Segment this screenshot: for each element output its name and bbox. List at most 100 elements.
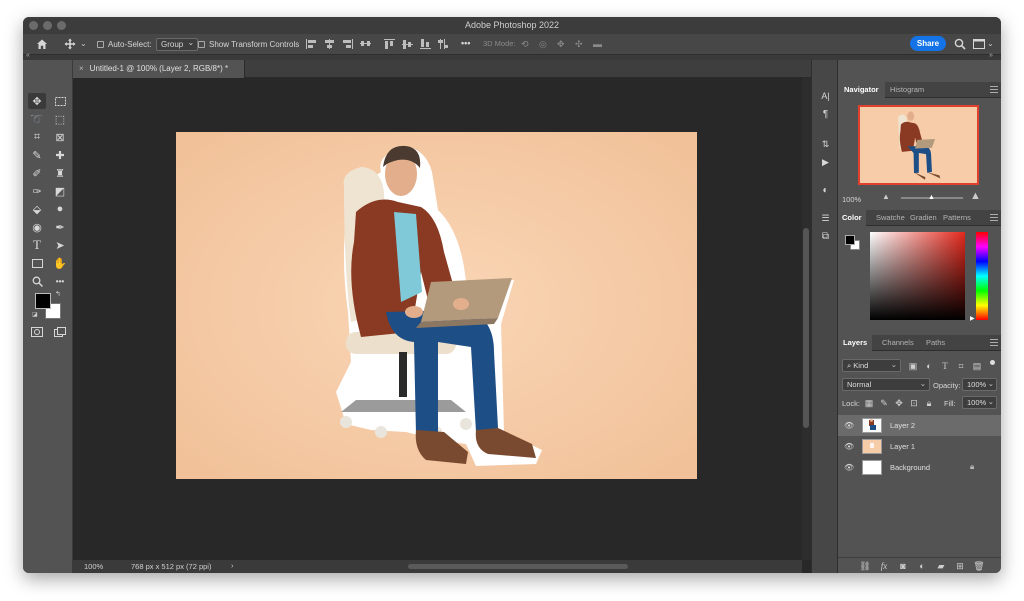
pen-tool[interactable]: ✒ xyxy=(51,219,69,235)
link-layers-icon[interactable]: ⛓ xyxy=(859,560,871,572)
tab-swatches[interactable]: Swatche xyxy=(872,210,909,226)
color-field[interactable] xyxy=(870,232,965,320)
type-tool[interactable]: T xyxy=(28,237,46,253)
align-center-horizontal-icon[interactable] xyxy=(324,39,335,49)
lock-pixels-icon[interactable]: ✎ xyxy=(878,397,890,409)
navigator-preview[interactable] xyxy=(858,105,979,185)
share-button[interactable]: Share xyxy=(910,36,946,51)
swap-colors-icon[interactable]: ↰ xyxy=(55,290,61,298)
collapse-left-icon[interactable]: « xyxy=(26,52,30,59)
tab-gradients[interactable]: Gradien xyxy=(906,210,941,226)
tab-channels[interactable]: Channels xyxy=(878,335,918,351)
layer-name[interactable]: Layer 1 xyxy=(890,442,915,451)
auto-select-checkbox[interactable]: Auto-Select: xyxy=(97,38,152,51)
delete-layer-icon[interactable]: 🗑︎ xyxy=(973,560,985,572)
lock-all-icon[interactable]: 🔒︎ xyxy=(923,397,935,409)
zoom-out-icon[interactable]: ▲ xyxy=(882,192,890,201)
layer-style-fx-button[interactable]: fx xyxy=(878,560,890,572)
distribute-horizontal-icon[interactable] xyxy=(360,39,371,49)
layers-menu-icon[interactable] xyxy=(990,338,998,346)
3d-camera-icon[interactable]: ▬ xyxy=(593,39,602,49)
document-tab[interactable]: × Untitled-1 @ 100% (Layer 2, RGB/8*) * xyxy=(73,60,245,78)
vertical-scrollbar[interactable] xyxy=(802,78,811,560)
crop-tool[interactable]: ⌗ xyxy=(28,129,46,145)
color-foreground-swatch[interactable] xyxy=(845,235,855,245)
navigator-zoom-value[interactable]: 100% xyxy=(842,195,861,204)
lasso-tool[interactable]: ➰ xyxy=(28,111,46,127)
workspace-icon[interactable] xyxy=(973,39,985,49)
layer-name[interactable]: Background xyxy=(890,463,930,472)
brush-tool[interactable]: ✐ xyxy=(28,165,46,181)
frame-tool[interactable]: ⊠ xyxy=(51,129,69,145)
3d-slide-icon[interactable]: ✣ xyxy=(575,39,583,50)
more-tools[interactable]: ••• xyxy=(51,273,69,289)
checkbox-box[interactable] xyxy=(198,41,205,48)
adjustments-panel-icon[interactable]: ◐ xyxy=(818,184,833,198)
chevron-down-icon[interactable]: ⌄ xyxy=(80,39,87,48)
hue-slider-thumb[interactable]: ▶ xyxy=(970,315,975,322)
clone-stamp-tool[interactable]: ♜ xyxy=(51,165,69,181)
tab-patterns[interactable]: Patterns xyxy=(939,210,975,226)
new-layer-icon[interactable]: ⊞ xyxy=(954,560,966,572)
filter-toggle-icon[interactable] xyxy=(990,360,995,365)
align-bottom-icon[interactable] xyxy=(420,39,431,49)
home-icon[interactable] xyxy=(36,38,48,50)
layer-row-background[interactable]: 👁︎ Background 🔒︎ xyxy=(838,457,1001,478)
eraser-tool[interactable]: ◩ xyxy=(51,183,69,199)
character-panel-icon[interactable]: A| xyxy=(818,89,833,103)
search-icon[interactable] xyxy=(954,38,966,50)
distribute-vertical-icon[interactable] xyxy=(438,39,449,49)
zoom-in-icon[interactable]: ▲ xyxy=(970,190,981,202)
layer-row-layer-2[interactable]: 👁︎ Layer 2 xyxy=(838,415,1001,436)
tab-color[interactable]: Color xyxy=(838,210,866,226)
hand-tool[interactable]: ✋ xyxy=(51,255,69,271)
screen-mode-icon[interactable] xyxy=(51,324,69,340)
auto-select-target-dropdown[interactable]: Group xyxy=(156,37,199,51)
rectangle-tool[interactable] xyxy=(28,255,46,271)
marquee-tool[interactable] xyxy=(51,93,69,109)
layer-row-layer-1[interactable]: 👁︎ Layer 1 xyxy=(838,436,1001,457)
filter-adjustment-icon[interactable]: ◐ xyxy=(923,360,935,372)
dodge-tool[interactable]: ◉ xyxy=(28,219,46,235)
navigator-zoom-slider[interactable]: ▲ xyxy=(901,194,963,201)
history-brush-tool[interactable]: ✑ xyxy=(28,183,46,199)
tab-navigator[interactable]: Navigator xyxy=(838,82,885,98)
new-group-icon[interactable]: ▰ xyxy=(935,560,947,572)
lock-transparent-icon[interactable]: ▦ xyxy=(863,397,875,409)
status-menu-arrow[interactable]: › xyxy=(231,561,234,570)
navigator-zoom-slider-thumb[interactable]: ▲ xyxy=(928,194,935,201)
horizontal-scroll-thumb[interactable] xyxy=(408,564,628,569)
add-mask-icon[interactable]: ◙ xyxy=(897,560,909,572)
paint-bucket-tool[interactable]: ⬙ xyxy=(28,201,46,217)
filter-pixel-icon[interactable]: ▣ xyxy=(907,360,919,372)
close-tab-icon[interactable]: × xyxy=(79,64,84,73)
visibility-eye-icon[interactable]: 👁︎ xyxy=(844,442,854,451)
move-tool-preset-icon[interactable] xyxy=(64,38,76,50)
align-right-icon[interactable] xyxy=(342,39,353,49)
vertical-scroll-thumb[interactable] xyxy=(803,228,809,428)
visibility-eye-icon[interactable]: 👁︎ xyxy=(844,463,854,472)
move-tool[interactable]: ✥ xyxy=(28,93,46,109)
layer-name[interactable]: Layer 2 xyxy=(890,421,915,430)
tab-paths[interactable]: Paths xyxy=(922,335,949,351)
lock-artboard-icon[interactable]: ⊡ xyxy=(908,397,920,409)
actions-play-icon[interactable]: ▶ xyxy=(818,155,833,169)
filter-type-icon[interactable]: T xyxy=(939,360,951,372)
path-select-tool[interactable]: ➤ xyxy=(51,237,69,253)
filter-shape-icon[interactable]: ⌗ xyxy=(955,360,967,372)
align-middle-vertical-icon[interactable] xyxy=(402,39,413,49)
lock-position-icon[interactable]: ✥ xyxy=(893,397,905,409)
healing-brush-tool[interactable]: ✚ xyxy=(51,147,69,163)
object-select-tool[interactable]: ⬚ xyxy=(51,111,69,127)
show-transform-checkbox[interactable]: Show Transform Controls xyxy=(198,38,299,51)
blur-tool[interactable]: ● xyxy=(51,201,69,217)
layer-kind-filter[interactable]: ⌕ Kind ⌄ xyxy=(842,359,901,372)
layer-lock-icon[interactable]: 🔒︎ xyxy=(970,462,974,472)
opacity-field[interactable]: 100% ⌄ xyxy=(962,378,997,391)
fill-field[interactable]: 100% ⌄ xyxy=(962,396,997,409)
foreground-color-swatch-front[interactable] xyxy=(35,293,51,309)
zoom-level-field[interactable]: 100% xyxy=(84,562,103,571)
libraries-panel-icon[interactable]: ⧉ xyxy=(818,230,833,244)
more-options-button[interactable]: ••• xyxy=(461,38,470,48)
collapse-right-icon[interactable]: » xyxy=(989,52,993,59)
